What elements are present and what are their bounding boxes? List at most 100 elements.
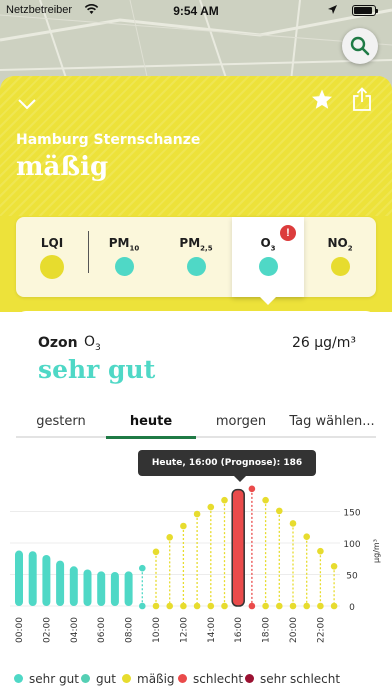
x-tick-label: 08:00 [125,617,135,643]
forecast-point [330,563,338,570]
measured-bar [124,571,133,606]
x-tick-label: 12:00 [179,617,189,643]
y-tick-label: 0 [349,603,355,613]
legend-item: sehr gut [14,672,79,686]
tab-no2[interactable]: NO2 [304,217,376,297]
tab-lqi[interactable]: LQI [16,217,88,297]
forecast-point [152,548,160,556]
y-tick-label: 100 [343,540,360,550]
search-button[interactable] [342,28,378,64]
status-dot [331,257,350,276]
forecast-point [207,503,215,511]
forecast-base-point [139,602,146,610]
tab-label: PM2,5 [179,236,213,253]
forecast-base-point [289,602,297,610]
ozone-chart[interactable]: 0 50 100 150 µg/m³ 00:00 02:00 04:00 06:00 08:00 1… [0,480,392,680]
measured-bar [56,560,65,606]
pollutant-formula: O3 [84,334,101,353]
forecast-point [221,496,228,504]
measured-bar [97,571,106,606]
forecast-point [289,520,297,527]
location-name: Hamburg Sternschanze [16,132,201,148]
forecast-point [139,564,146,572]
pollutant-value: 26 µg/m³ [291,335,356,351]
day-tabs: gestern heute morgen Tag wählen... [16,410,378,439]
forecast-base-point [303,602,311,610]
legend-item: sehr schlecht [245,672,340,686]
tab-pm10[interactable]: PM10 [88,217,160,297]
chart-legend: sehr gut gut mäßig schlecht sehr schlech… [0,672,392,690]
x-tick-label: 20:00 [289,617,299,643]
tab-tag-waehlen[interactable]: Tag wählen... [286,414,378,429]
forecast-base-point [207,602,215,610]
tab-gestern[interactable]: gestern [16,414,106,429]
star-icon[interactable] [311,89,333,115]
measured-bar [110,571,119,606]
legend-dot [14,674,23,683]
x-tick-label: 22:00 [316,617,326,643]
forecast-base-point [276,602,283,610]
forecast-base-point [262,602,269,610]
forecast-base-point [193,602,201,610]
forecast-point [248,485,256,493]
forecast-point [276,507,283,515]
status-dot [115,257,134,276]
tab-pm25[interactable]: PM2,5 [160,217,232,297]
legend-item: mäßig [122,672,175,686]
forecast-base-point [180,602,187,610]
battery-icon [352,5,378,16]
legend-dot [178,674,187,683]
pollutant-name: Ozon [38,335,78,351]
legend-dot [122,674,131,683]
air-quality-title: mäßig [16,152,109,182]
x-tick-label: 18:00 [262,617,272,643]
share-icon[interactable] [352,87,372,116]
forecast-point [262,496,269,504]
forecast-point [193,510,201,518]
warning-badge: ! [280,225,296,241]
measured-bar [83,569,92,606]
forecast-base-point [166,602,173,610]
tab-label: NO2 [327,236,353,253]
x-tick-label: 06:00 [97,617,107,643]
location-arrow-icon [327,4,338,18]
forecast-base-point [248,602,256,610]
tab-morgen[interactable]: morgen [196,414,286,429]
legend-item: gut [81,672,116,686]
chart-tooltip: Heute, 16:00 (Prognose): 186 µg/m³ [138,450,316,494]
active-tab-indicator [106,436,196,439]
forecast-base-point [317,602,324,610]
forecast-base-point [330,602,338,610]
x-tick-label: 02:00 [42,617,52,643]
tab-label: PM10 [108,236,140,253]
legend-dot [245,674,254,683]
x-tick-label: 00:00 [15,617,25,643]
pollutant-tabs: LQI PM10 PM2,5 O3 ! NO2 [16,217,376,305]
tab-heute[interactable]: heute [106,414,196,429]
status-dot [187,257,206,276]
measured-bar [28,551,37,606]
measured-bar [42,554,51,606]
status-dot [259,257,278,276]
measured-bar [69,566,78,606]
chevron-down-icon[interactable] [18,96,36,114]
y-tick-label: 150 [343,509,360,519]
forecast-base-point [221,602,228,610]
x-tick-label: 10:00 [152,617,162,643]
status-dot [40,255,64,279]
y-tick-label: 50 [346,572,358,582]
forecast-point [303,533,311,540]
forecast-point [180,522,187,530]
status-text: sehr gut [38,355,156,384]
forecast-base-point [152,602,160,610]
forecast-point [166,534,173,541]
search-icon [350,36,370,56]
status-bar: Netzbetreiber 9:54 AM [0,0,392,22]
forecast-point [317,547,324,555]
tab-label: LQI [40,236,64,250]
legend-dot [81,674,90,683]
tab-o3[interactable]: O3 ! [232,217,304,305]
selected-bar [231,488,245,607]
measured-bar [15,550,23,606]
y-unit-label: µg/m³ [372,539,381,563]
